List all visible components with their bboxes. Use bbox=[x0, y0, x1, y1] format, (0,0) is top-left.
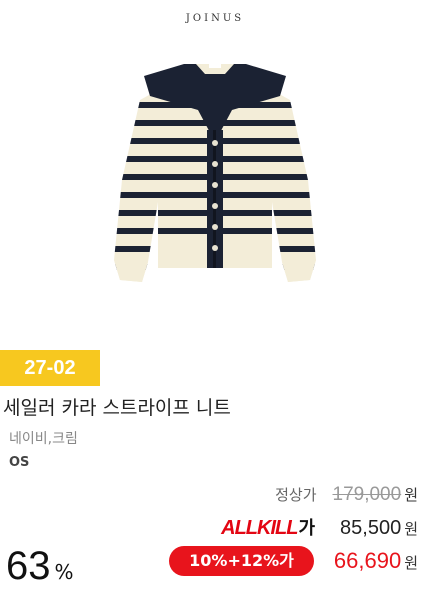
product-card[interactable]: JOINUS 27-02 세일러 카라 스트라이프 니트 네이비,크림 OS 정… bbox=[0, 0, 430, 600]
allkill-price-row: ALLKILL가 85,500 원 bbox=[221, 514, 418, 540]
currency-unit: 원 bbox=[404, 554, 418, 572]
original-price-row: 정상가 179,000 원 bbox=[275, 484, 418, 506]
product-color-options: 네이비,크림 bbox=[9, 431, 78, 447]
product-code-badge: 27-02 bbox=[0, 350, 100, 386]
product-title[interactable]: 세일러 카라 스트라이프 니트 bbox=[3, 393, 231, 420]
allkill-price: 85,500 bbox=[340, 517, 402, 539]
original-price-label: 정상가 bbox=[275, 486, 317, 504]
discount-value: 63 bbox=[6, 544, 51, 588]
cardigan-illustration bbox=[114, 64, 316, 282]
allkill-logo: ALLKILL가 bbox=[221, 514, 315, 540]
currency-unit: 원 bbox=[404, 520, 418, 538]
allkill-logo-text: ALLKILL bbox=[221, 517, 298, 539]
final-price-row: 10%+12%가 66,690 원 bbox=[169, 546, 418, 578]
original-price: 179,000 bbox=[332, 484, 402, 505]
coupon-badge[interactable]: 10%+12%가 bbox=[169, 546, 314, 576]
allkill-logo-suffix: 가 bbox=[298, 518, 315, 538]
currency-unit: 원 bbox=[404, 486, 418, 504]
brand-logo: JOINUS bbox=[185, 13, 245, 24]
discount-rate: 63% bbox=[6, 544, 74, 589]
product-size: OS bbox=[9, 455, 30, 470]
final-price: 66,690 bbox=[333, 548, 402, 573]
discount-percent-sign: % bbox=[54, 560, 74, 584]
product-image[interactable] bbox=[100, 30, 330, 295]
